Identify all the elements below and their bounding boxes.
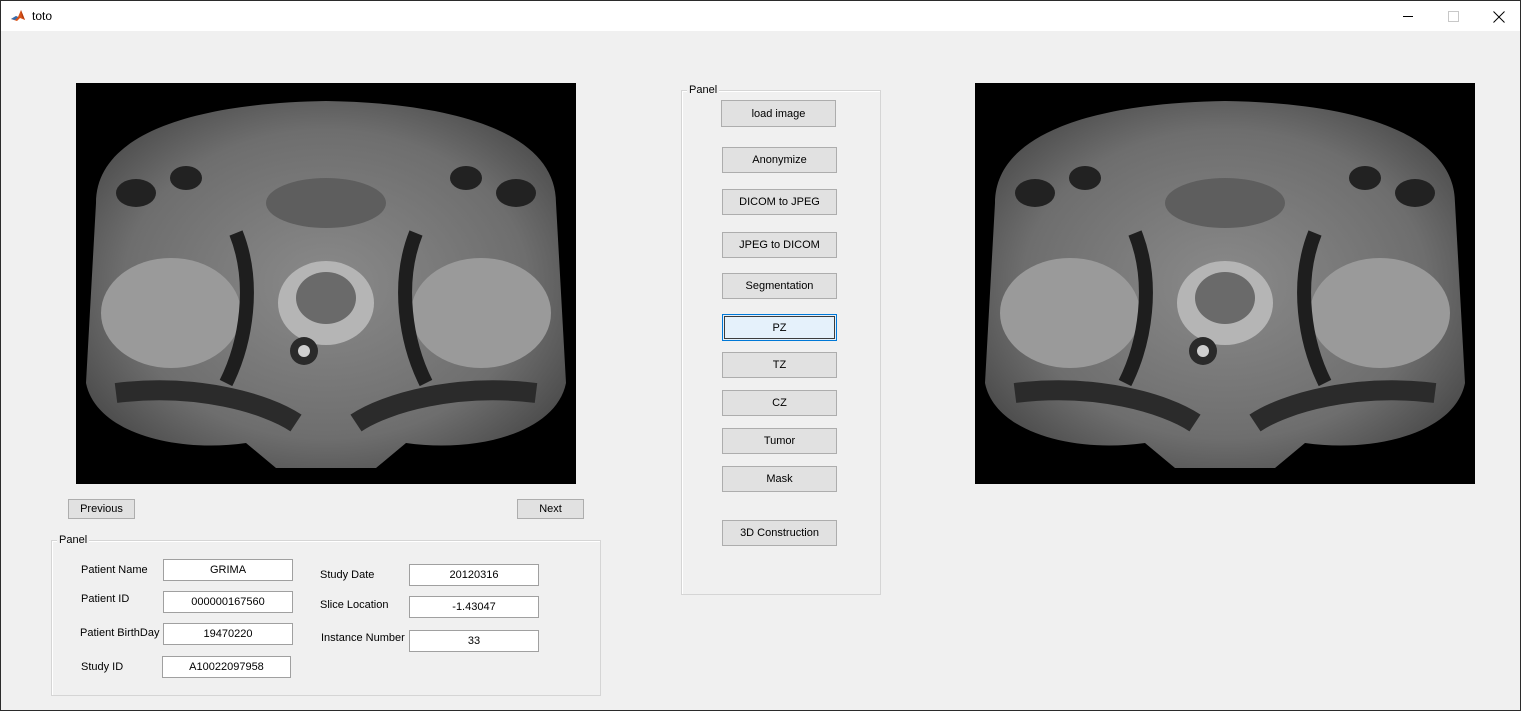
dicom-to-jpeg-button[interactable]: DICOM to JPEG [722, 189, 837, 215]
instance-number-field[interactable]: 33 [409, 630, 539, 652]
close-button[interactable] [1475, 1, 1520, 31]
matlab-icon [10, 8, 26, 24]
cz-button[interactable]: CZ [722, 390, 837, 416]
study-date-label: Study Date [320, 569, 375, 581]
maximize-icon [1448, 11, 1459, 22]
pz-button[interactable]: PZ [722, 314, 837, 341]
mask-button[interactable]: Mask [722, 466, 837, 492]
next-button[interactable]: Next [517, 499, 584, 519]
minimize-button[interactable] [1384, 1, 1430, 31]
patient-name-field[interactable]: GRIMA [163, 559, 293, 581]
load-image-button[interactable]: load image [721, 100, 836, 127]
tz-button[interactable]: TZ [722, 352, 837, 378]
study-date-field[interactable]: 20120316 [409, 564, 539, 586]
patient-birthday-label: Patient BirthDay [80, 627, 160, 639]
study-id-label: Study ID [81, 661, 124, 673]
study-id-field[interactable]: A10022097958 [162, 656, 291, 678]
original-image-view[interactable] [76, 83, 576, 484]
title-bar[interactable]: toto [1, 1, 1520, 31]
window-title: toto [32, 9, 53, 23]
3d-construction-button[interactable]: 3D Construction [722, 520, 837, 546]
instance-number-label: Instance Number [321, 632, 405, 644]
segmentation-button[interactable]: Segmentation [722, 273, 837, 299]
jpeg-to-dicom-button[interactable]: JPEG to DICOM [722, 232, 837, 258]
patient-id-field[interactable]: 000000167560 [163, 591, 293, 613]
figure-client-area: Previous Next Panel load image Anonymize… [1, 31, 1520, 710]
anonymize-button[interactable]: Anonymize [722, 147, 837, 173]
patient-name-label: Patient Name [81, 564, 148, 576]
maximize-button[interactable] [1429, 1, 1475, 31]
mri-scan-image [975, 83, 1475, 484]
processed-image-view[interactable] [975, 83, 1475, 484]
patient-id-label: Patient ID [81, 593, 130, 605]
app-window: toto Previous Next Panel load image Anon… [0, 0, 1521, 711]
patient-birthday-field[interactable]: 19470220 [163, 623, 293, 645]
minimize-icon [1403, 16, 1413, 17]
slice-location-field[interactable]: -1.43047 [409, 596, 539, 618]
slice-location-label: Slice Location [320, 599, 389, 611]
control-panel-title: Panel [687, 84, 720, 96]
previous-button[interactable]: Previous [68, 499, 135, 519]
close-icon [1493, 11, 1505, 23]
mri-scan-image [76, 83, 576, 484]
patient-info-panel-title: Panel [57, 534, 90, 546]
tumor-button[interactable]: Tumor [722, 428, 837, 454]
